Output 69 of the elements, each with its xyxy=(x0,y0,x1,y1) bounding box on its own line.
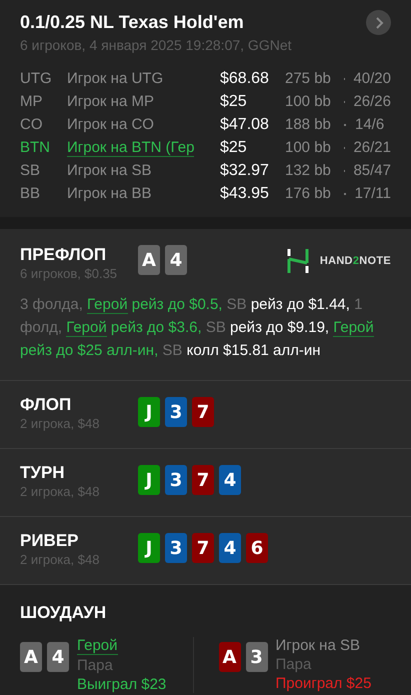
chevron-right-icon xyxy=(374,16,384,28)
hero-link[interactable]: Герой xyxy=(66,319,107,337)
position-label: MP xyxy=(20,93,44,110)
card: A xyxy=(138,245,160,275)
card: J xyxy=(138,533,160,563)
card: 3 xyxy=(165,465,187,495)
stack-bb: 132 bb xyxy=(285,162,332,179)
card: 4 xyxy=(219,533,241,563)
card: 7 xyxy=(192,465,214,495)
player-name: Игрок на SB xyxy=(276,637,360,654)
player-name: Игрок на CO xyxy=(67,116,154,133)
stack-amount: $68.68 xyxy=(220,70,270,88)
hand-rank: Пара xyxy=(77,657,113,674)
logo-text: HAND2NOTE xyxy=(320,255,391,267)
stack-bb: 100 bb xyxy=(285,139,332,156)
card: 6 xyxy=(246,533,268,563)
player-stats: 26/26 xyxy=(353,93,391,110)
player-name: Игрок на MP xyxy=(67,93,154,110)
player-stats: 14/6 xyxy=(355,116,384,133)
position-label: SB xyxy=(20,162,42,179)
card: J xyxy=(138,465,160,495)
stack-amount: $43.95 xyxy=(220,184,270,202)
showdown-title: ШОУДАУН xyxy=(20,603,108,623)
card: A xyxy=(20,642,42,672)
stack-bb: 100 bb xyxy=(285,93,332,110)
position-label: BB xyxy=(20,185,42,202)
card: 4 xyxy=(47,642,69,672)
hand-rank: Пара xyxy=(276,656,312,673)
position-label: BTN xyxy=(20,139,51,156)
street-title: ТУРН xyxy=(20,463,66,483)
action-sentence: 3 фолда, Герой рейз до $0.5, SB рейз до $1.44, 1 фолд, Герой рейз до $3.6, SB рейз до $9.19, Герой рейз до $25 алл-ин, SB колл $15.81 алл-ин xyxy=(20,295,375,361)
card: A xyxy=(218,642,240,672)
stack-bb: 176 bb xyxy=(285,185,332,202)
hero-link[interactable]: Герой xyxy=(77,637,118,655)
player-stats: 17/11 xyxy=(354,185,391,202)
card: 3 xyxy=(165,533,187,563)
card: J xyxy=(138,397,160,427)
card: 7 xyxy=(192,533,214,563)
stack-amount: $25 xyxy=(220,138,248,156)
player-name: Игрок на SB xyxy=(67,162,152,179)
street-title: ФЛОП xyxy=(20,395,72,415)
hero-link[interactable]: Герой xyxy=(87,296,128,314)
player-stats: 40/20 xyxy=(353,70,391,87)
stack-bb: 188 bb xyxy=(285,116,332,133)
stack-bb: 275 bb xyxy=(285,70,332,87)
logo-icon xyxy=(286,249,310,273)
card: 4 xyxy=(165,245,187,275)
position-label: CO xyxy=(20,116,44,133)
stack-amount: $47.08 xyxy=(220,116,270,134)
hero-link[interactable]: Герой xyxy=(333,319,374,337)
position-label: UTG xyxy=(20,70,53,87)
street-title: ПРЕФЛОП xyxy=(20,245,108,265)
player-name: Игрок на BB xyxy=(67,185,152,202)
street-title: РИВЕР xyxy=(20,531,80,551)
card: 3 xyxy=(246,642,268,672)
card: 3 xyxy=(165,397,187,427)
player-stats: 26/21 xyxy=(353,139,391,156)
stack-amount: $32.97 xyxy=(220,162,270,180)
result-amount: Выиграл $23 xyxy=(77,676,166,693)
hero-player-link[interactable]: Игрок на BTN (Гер xyxy=(67,138,194,156)
result-amount: Проиграл $25 xyxy=(276,675,372,692)
player-name: Игрок на UTG xyxy=(67,70,164,87)
card: 7 xyxy=(192,397,214,427)
player-stats: 85/47 xyxy=(353,162,391,179)
card: 4 xyxy=(219,465,241,495)
game-title: 0.1/0.25 NL Texas Hold'em xyxy=(20,12,244,33)
next-button[interactable] xyxy=(366,10,391,35)
stack-amount: $25 xyxy=(220,92,248,110)
game-info: 6 игроков, 4 января 2025 19:28:07, GGNet xyxy=(20,37,292,53)
